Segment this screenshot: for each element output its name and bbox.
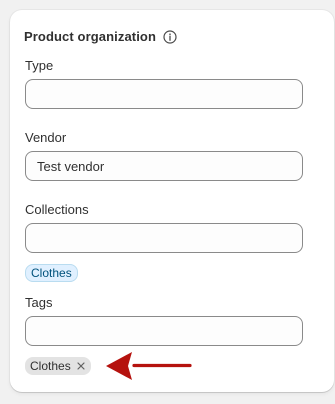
- vendor-input[interactable]: [25, 151, 303, 181]
- tag-chip-label: Clothes: [30, 359, 71, 373]
- tags-input[interactable]: [25, 316, 303, 346]
- collections-input[interactable]: [25, 223, 303, 253]
- tag-chip: Clothes: [25, 357, 91, 375]
- annotation-arrow: [106, 352, 192, 380]
- tags-label: Tags: [25, 295, 53, 310]
- collection-tag-label: Clothes: [31, 266, 72, 280]
- product-organization-card: Product organization Type Vendor Collect…: [10, 10, 334, 392]
- type-label: Type: [25, 58, 54, 73]
- section-title: Product organization: [24, 29, 156, 44]
- close-icon[interactable]: [75, 360, 87, 372]
- arrow-head: [106, 352, 132, 380]
- info-icon[interactable]: [163, 29, 177, 44]
- type-input[interactable]: [25, 79, 303, 109]
- collection-tag[interactable]: Clothes: [25, 264, 78, 282]
- section-header: Product organization: [24, 29, 177, 44]
- vendor-label: Vendor: [25, 130, 67, 145]
- collections-label: Collections: [25, 202, 89, 217]
